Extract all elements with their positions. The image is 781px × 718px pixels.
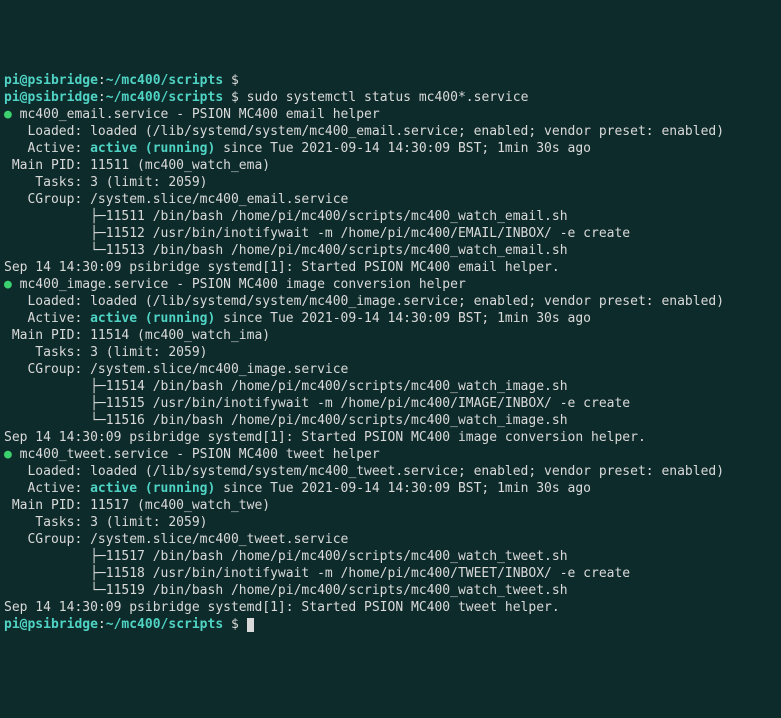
service-active: Active: active (running) since Tue 2021-… bbox=[4, 140, 777, 157]
service-active: Active: active (running) since Tue 2021-… bbox=[4, 480, 777, 497]
process-line: └─11519 /bin/bash /home/pi/mc400/scripts… bbox=[4, 582, 777, 599]
process-line: ├─11514 /bin/bash /home/pi/mc400/scripts… bbox=[4, 378, 777, 395]
active-status: active (running) bbox=[90, 481, 215, 496]
prompt-line-cursor[interactable]: pi@psibridge:~/mc400/scripts $ bbox=[4, 616, 777, 633]
service-pid: Main PID: 11511 (mc400_watch_ema) bbox=[4, 157, 777, 174]
active-since: since Tue 2021-09-14 14:30:09 BST; 1min … bbox=[215, 311, 591, 326]
log-line: Sep 14 14:30:09 psibridge systemd[1]: St… bbox=[4, 599, 777, 616]
cursor-icon[interactable] bbox=[247, 618, 254, 632]
service-loaded: Loaded: loaded (/lib/systemd/system/mc40… bbox=[4, 463, 777, 480]
prompt-user: pi@psibridge bbox=[4, 617, 98, 632]
prompt-dollar: $ bbox=[223, 90, 246, 105]
service-tasks: Tasks: 3 (limit: 2059) bbox=[4, 344, 777, 361]
status-dot-icon: ● bbox=[4, 277, 12, 292]
prompt-line-empty[interactable]: pi@psibridge:~/mc400/scripts $ bbox=[4, 72, 777, 89]
active-since: since Tue 2021-09-14 14:30:09 BST; 1min … bbox=[215, 141, 591, 156]
process-line: ├─11518 /usr/bin/inotifywait -m /home/pi… bbox=[4, 565, 777, 582]
service-loaded: Loaded: loaded (/lib/systemd/system/mc40… bbox=[4, 123, 777, 140]
prompt-user: pi@psibridge bbox=[4, 90, 98, 105]
prompt-dollar: $ bbox=[223, 73, 246, 88]
service-cgroup: CGroup: /system.slice/mc400_email.servic… bbox=[4, 191, 777, 208]
prompt-sep: : bbox=[98, 73, 106, 88]
service-active: Active: active (running) since Tue 2021-… bbox=[4, 310, 777, 327]
prompt-sep: : bbox=[98, 90, 106, 105]
service-name: mc400_image.service - PSION MC400 image … bbox=[12, 277, 466, 292]
service-cgroup: CGroup: /system.slice/mc400_image.servic… bbox=[4, 361, 777, 378]
service-loaded: Loaded: loaded (/lib/systemd/system/mc40… bbox=[4, 293, 777, 310]
process-line: ├─11515 /usr/bin/inotifywait -m /home/pi… bbox=[4, 395, 777, 412]
prompt-dollar: $ bbox=[223, 617, 246, 632]
service-name: mc400_email.service - PSION MC400 email … bbox=[12, 107, 380, 122]
log-line: Sep 14 14:30:09 psibridge systemd[1]: St… bbox=[4, 259, 777, 276]
prompt-path: ~/mc400/scripts bbox=[106, 73, 223, 88]
log-line: Sep 14 14:30:09 psibridge systemd[1]: St… bbox=[4, 429, 777, 446]
prompt-line-cmd[interactable]: pi@psibridge:~/mc400/scripts $ sudo syst… bbox=[4, 89, 777, 106]
status-dot-icon: ● bbox=[4, 447, 12, 462]
service-name: mc400_tweet.service - PSION MC400 tweet … bbox=[12, 447, 380, 462]
service-header: ● mc400_image.service - PSION MC400 imag… bbox=[4, 276, 777, 293]
prompt-path: ~/mc400/scripts bbox=[106, 90, 223, 105]
prompt-sep: : bbox=[98, 617, 106, 632]
command-text: sudo systemctl status mc400*.service bbox=[247, 90, 529, 105]
service-pid: Main PID: 11517 (mc400_watch_twe) bbox=[4, 497, 777, 514]
active-label: Active: bbox=[4, 481, 90, 496]
process-line: ├─11512 /usr/bin/inotifywait -m /home/pi… bbox=[4, 225, 777, 242]
service-cgroup: CGroup: /system.slice/mc400_tweet.servic… bbox=[4, 531, 777, 548]
active-status: active (running) bbox=[90, 141, 215, 156]
status-dot-icon: ● bbox=[4, 107, 12, 122]
service-header: ● mc400_tweet.service - PSION MC400 twee… bbox=[4, 446, 777, 463]
process-line: └─11516 /bin/bash /home/pi/mc400/scripts… bbox=[4, 412, 777, 429]
process-line: ├─11511 /bin/bash /home/pi/mc400/scripts… bbox=[4, 208, 777, 225]
prompt-user: pi@psibridge bbox=[4, 73, 98, 88]
service-tasks: Tasks: 3 (limit: 2059) bbox=[4, 514, 777, 531]
service-pid: Main PID: 11514 (mc400_watch_ima) bbox=[4, 327, 777, 344]
prompt-path: ~/mc400/scripts bbox=[106, 617, 223, 632]
process-line: ├─11517 /bin/bash /home/pi/mc400/scripts… bbox=[4, 548, 777, 565]
service-header: ● mc400_email.service - PSION MC400 emai… bbox=[4, 106, 777, 123]
service-tasks: Tasks: 3 (limit: 2059) bbox=[4, 174, 777, 191]
active-label: Active: bbox=[4, 141, 90, 156]
active-label: Active: bbox=[4, 311, 90, 326]
process-line: └─11513 /bin/bash /home/pi/mc400/scripts… bbox=[4, 242, 777, 259]
active-since: since Tue 2021-09-14 14:30:09 BST; 1min … bbox=[215, 481, 591, 496]
active-status: active (running) bbox=[90, 311, 215, 326]
